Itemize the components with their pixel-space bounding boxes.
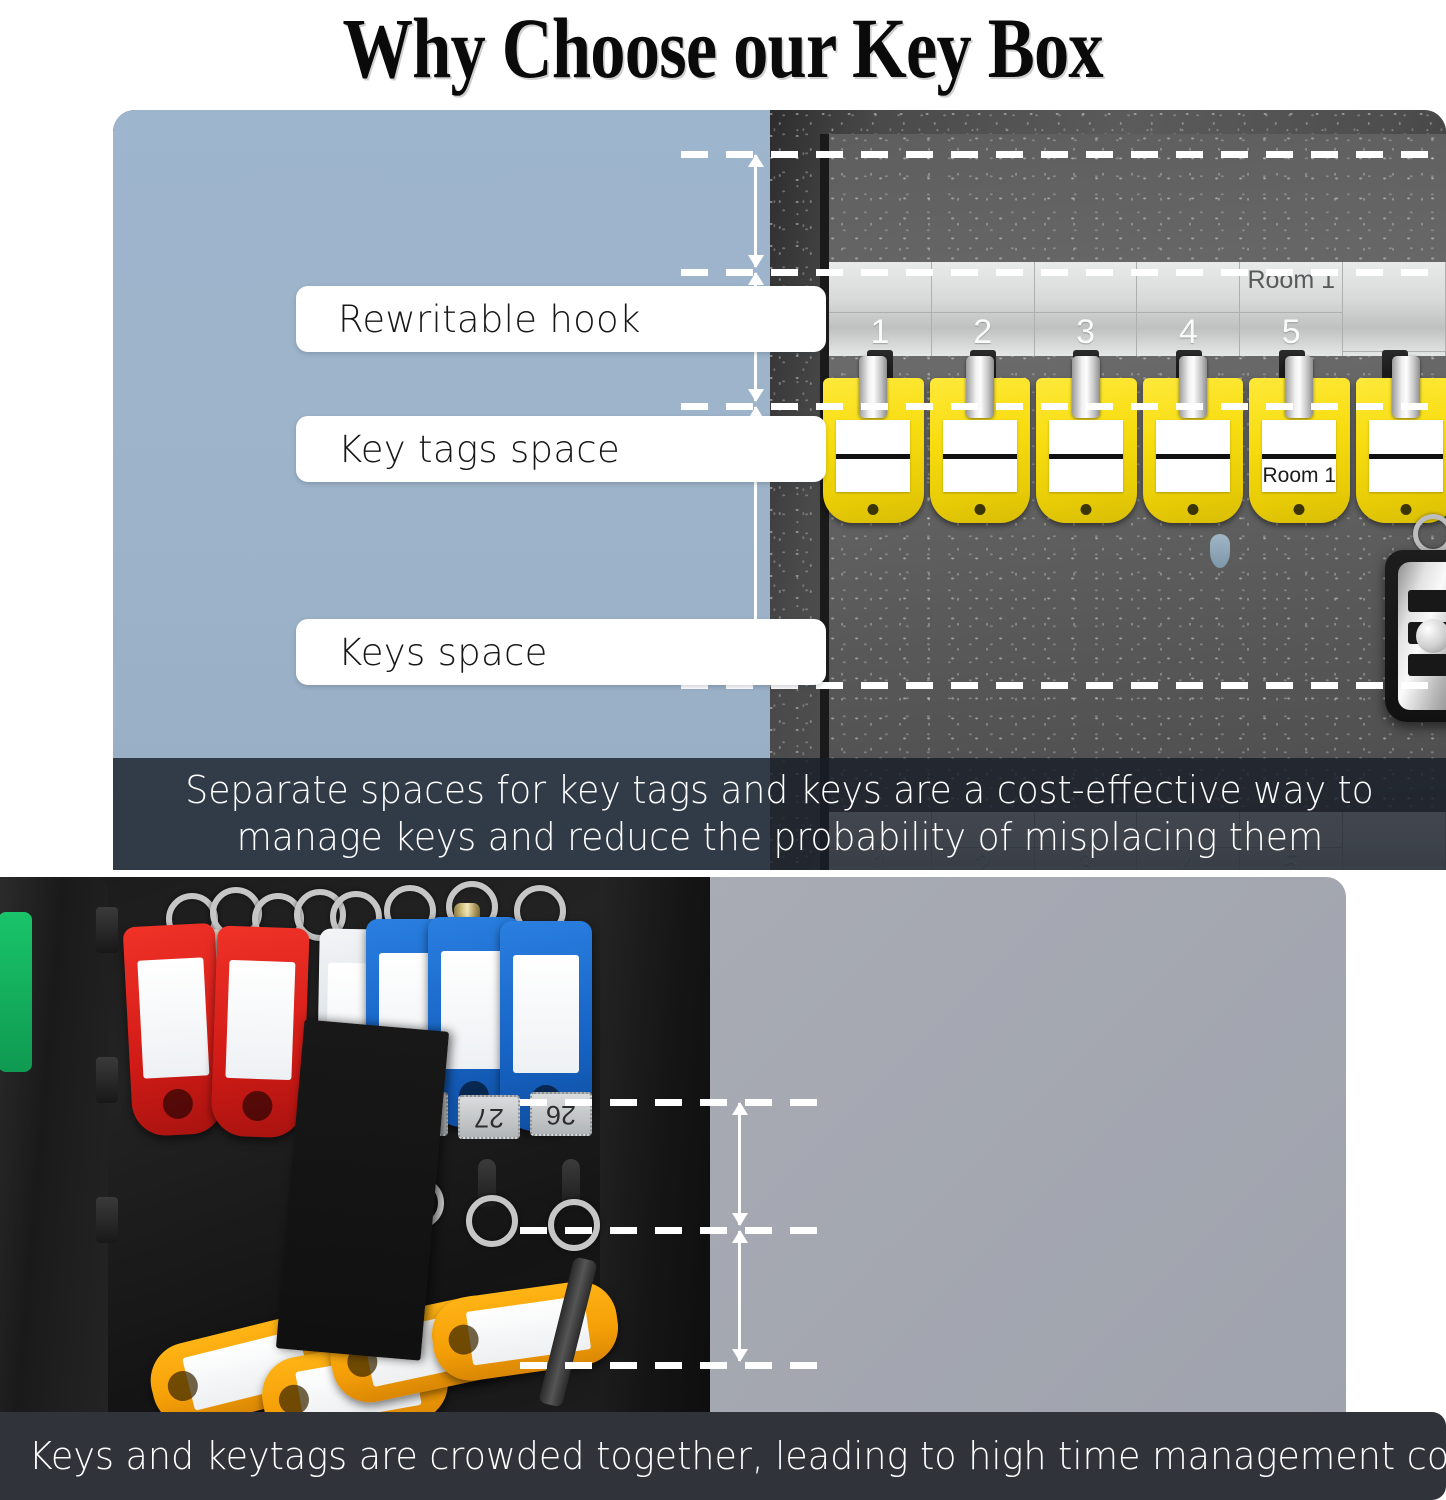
leader-line-top bbox=[520, 1099, 830, 1106]
callout-label: Rewritable hook bbox=[338, 297, 641, 341]
tag-hole-icon bbox=[1293, 504, 1305, 515]
key-tag: Room 1 bbox=[1249, 356, 1350, 523]
slot-cell: 2 bbox=[931, 262, 1035, 356]
key-ring-icon bbox=[548, 1199, 600, 1251]
tag-hole-icon bbox=[1400, 504, 1412, 515]
key-tag-orange bbox=[427, 1276, 623, 1386]
key-tag bbox=[1142, 356, 1243, 523]
hook-number: 27 bbox=[473, 1102, 505, 1133]
annotation-overlay-good bbox=[113, 110, 770, 870]
key-tag bbox=[1355, 356, 1446, 523]
tag-text: Room 1 bbox=[1262, 464, 1337, 487]
label-strip-row-1: 1 2 3 4 Room 1 5 bbox=[829, 262, 1446, 356]
leader-line-mid-upper bbox=[681, 269, 1446, 276]
slot-cell bbox=[1343, 262, 1446, 356]
mounting-hole-icon bbox=[1210, 534, 1230, 568]
dimension-arrow-hook bbox=[754, 155, 757, 267]
tag-label-window bbox=[1049, 420, 1124, 492]
callout-keys-space: Keys space bbox=[296, 619, 826, 685]
tag-hole-icon bbox=[867, 504, 879, 515]
hinge-icon bbox=[96, 1197, 118, 1243]
hinge-icon bbox=[96, 907, 118, 953]
tag-label-window bbox=[512, 955, 580, 1073]
fob-center-button-icon bbox=[1416, 619, 1446, 653]
tag-label-window bbox=[1155, 420, 1231, 492]
tag-label-window bbox=[440, 951, 508, 1069]
key-ring-icon bbox=[466, 1195, 518, 1247]
caption-bar-bad: Keys and keytags are crowded together, l… bbox=[0, 1412, 1446, 1500]
caption-line-2: manage keys and reduce the probability o… bbox=[236, 815, 1323, 859]
hinge-icon bbox=[96, 1057, 118, 1103]
tag-hole-icon bbox=[1187, 504, 1199, 515]
dimension-arrow-storage bbox=[738, 1231, 741, 1361]
callout-label: Key tags space bbox=[338, 427, 621, 471]
comparison-panel-good: 1 2 3 4 Room 1 5 Room 1 Rewritable hook … bbox=[113, 110, 1446, 870]
car-key-fob bbox=[1385, 550, 1446, 722]
box-inner-wall bbox=[600, 877, 710, 1442]
tag-hole-icon bbox=[162, 1088, 194, 1120]
leader-line-mid bbox=[520, 1227, 830, 1234]
key-tag-row-1: Room 1 bbox=[823, 356, 1446, 523]
hook-number-plate: 27 bbox=[458, 1095, 520, 1139]
key-tag bbox=[1036, 356, 1137, 523]
leader-line-mid-lower bbox=[681, 403, 1446, 410]
tag-hole-icon bbox=[241, 1090, 273, 1122]
callout-key-tags-space: Key tags space bbox=[296, 416, 826, 482]
key-tag-red bbox=[210, 925, 310, 1139]
tag-label-window bbox=[942, 420, 1018, 492]
caption-bar-good: Separate spaces for key tags and keys ar… bbox=[113, 758, 1446, 870]
comparison-panel-bad: 28 27 26 bbox=[0, 877, 1346, 1442]
tag-hole-icon bbox=[1080, 504, 1092, 515]
callout-rewritable-hook: Rewritable hook bbox=[296, 286, 826, 352]
tag-label-window: Room 1 bbox=[1262, 420, 1337, 492]
page-title-area: Why Choose our Key Box bbox=[0, 0, 1446, 96]
caption-text: Keys and keytags are crowded together, l… bbox=[28, 1434, 1446, 1478]
tag-label-window bbox=[836, 420, 911, 492]
key-tag bbox=[823, 356, 924, 523]
leader-line-top bbox=[681, 151, 1446, 158]
slot-cell: 4 bbox=[1137, 262, 1241, 356]
key-ring-icon bbox=[1413, 514, 1446, 554]
crowded-key-box-photo: 28 27 26 bbox=[0, 877, 710, 1442]
green-key-tag bbox=[0, 912, 32, 1072]
divider-panel bbox=[275, 1019, 450, 1361]
slot-cell: Room 1 5 bbox=[1240, 262, 1344, 356]
tag-hole-icon bbox=[974, 504, 986, 515]
slot-cell: 3 bbox=[1034, 262, 1138, 356]
page-title: Why Choose our Key Box bbox=[342, 0, 1104, 96]
key-tag bbox=[929, 356, 1030, 523]
slot-cell: 1 bbox=[829, 262, 932, 356]
leader-line-bottom bbox=[520, 1362, 830, 1369]
tag-label-window bbox=[137, 957, 210, 1079]
caption-line-1: Separate spaces for key tags and keys ar… bbox=[185, 768, 1374, 812]
callout-label: Keys space bbox=[338, 630, 548, 674]
key-tag-red bbox=[122, 922, 226, 1138]
tag-label-window bbox=[225, 959, 296, 1081]
dimension-arrow-hooks bbox=[738, 1103, 741, 1225]
tag-label-window bbox=[1368, 420, 1444, 492]
